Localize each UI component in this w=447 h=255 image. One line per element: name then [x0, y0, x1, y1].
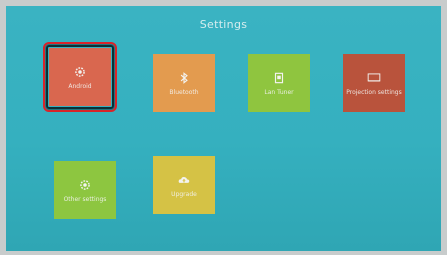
tile-label: Bluetooth [169, 88, 199, 96]
tile-label: Lan Tuner [264, 88, 294, 96]
tile-projection-settings[interactable]: Projection settings [343, 54, 405, 112]
projector-screen-icon [367, 72, 381, 81]
gear-icon [75, 66, 85, 77]
gear-icon [80, 179, 90, 190]
screen-icon [274, 72, 284, 83]
tile-android[interactable]: Android [43, 42, 117, 112]
tile-other-settings[interactable]: Other settings [54, 161, 116, 219]
bluetooth-icon [180, 71, 188, 84]
tile-lan-tuner[interactable]: Lan Tuner [248, 54, 310, 112]
tile-label: Android [68, 82, 92, 90]
cloud-upload-icon [178, 176, 190, 183]
tile-upgrade[interactable]: Upgrade [153, 156, 215, 214]
settings-screen: Settings Android Bluetooth Lan Tuner Pro… [6, 6, 441, 251]
tile-bluetooth[interactable]: Bluetooth [153, 54, 215, 112]
tile-label: Upgrade [171, 190, 197, 198]
tile-label: Projection settings [346, 88, 402, 96]
page-title: Settings [199, 18, 248, 31]
device-frame: Settings Android Bluetooth Lan Tuner Pro… [0, 0, 447, 255]
tile-label: Other settings [63, 195, 107, 203]
